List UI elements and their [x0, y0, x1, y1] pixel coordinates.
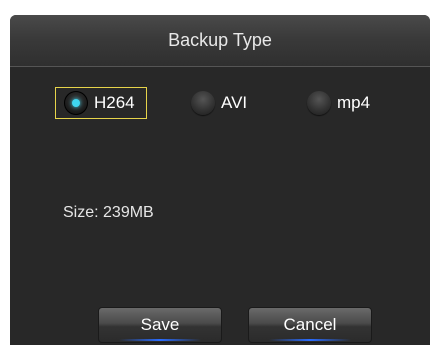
dialog-body: H264 AVI mp4 Size: 239MB	[10, 67, 430, 345]
radio-label-mp4: mp4	[337, 93, 371, 112]
radio-label-avi: AVI	[221, 93, 248, 112]
cancel-button[interactable]: Cancel	[248, 307, 372, 343]
radio-unselected-icon	[307, 91, 331, 115]
radio-label-h264: H264	[94, 93, 135, 112]
radio-option-h264[interactable]: H264	[55, 87, 147, 119]
radio-option-mp4[interactable]: mp4	[307, 87, 370, 119]
radio-unselected-icon	[191, 91, 215, 115]
backup-size-text: Size: 239MB	[63, 204, 154, 221]
save-button[interactable]: Save	[98, 307, 222, 343]
backup-type-dialog: Backup Type H264 AVI mp4 Size: 239MB Sav…	[10, 15, 430, 345]
radio-option-avi[interactable]: AVI	[191, 87, 247, 119]
dialog-title-bar: Backup Type	[10, 15, 430, 67]
dialog-title: Backup Type	[168, 30, 272, 50]
radio-selected-icon	[64, 91, 88, 115]
